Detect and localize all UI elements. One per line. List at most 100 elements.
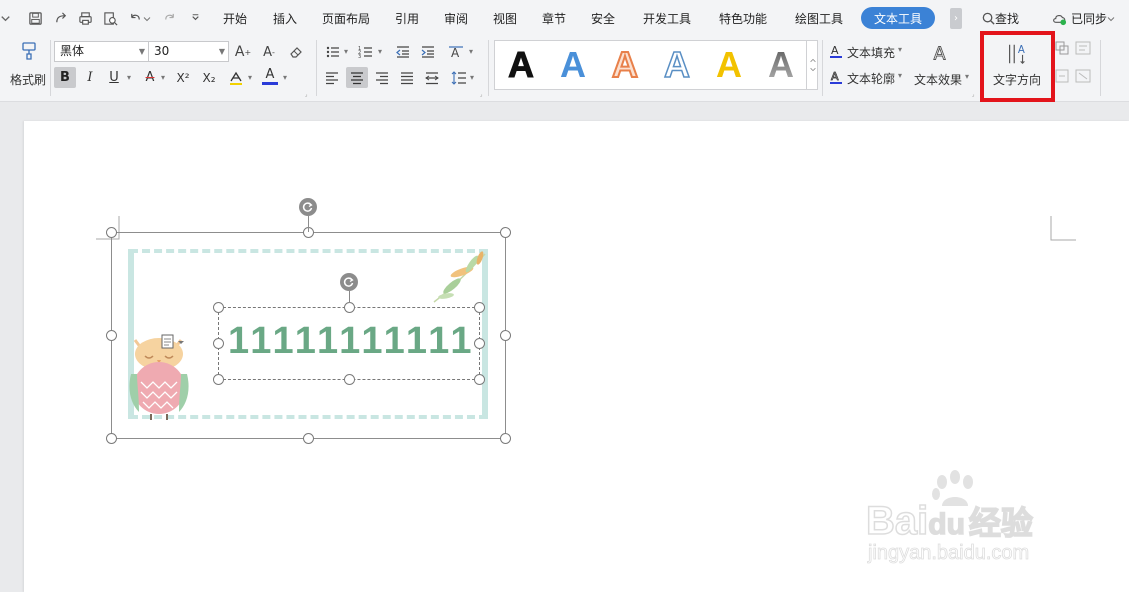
textbox-content[interactable]: 11111111111 [228, 320, 475, 363]
font-size-select[interactable]: 30 ▼ [148, 41, 229, 62]
format-painter-label[interactable]: 格式刷 [10, 71, 46, 88]
sync-status[interactable]: 已同步 [1071, 10, 1107, 27]
font-family-select[interactable]: 黑体 ▼ [54, 41, 149, 62]
effect-dialog-launcher-icon[interactable]: ⌟ [970, 91, 976, 98]
text-style-blue-outline[interactable]: A [651, 42, 703, 88]
resize-handle[interactable] [500, 433, 511, 444]
strikethrough-button[interactable]: A [142, 67, 158, 88]
rotate-handle-icon[interactable] [299, 198, 317, 216]
cloud-sync-icon[interactable] [1050, 9, 1068, 27]
text-style-blue[interactable]: A [547, 42, 599, 88]
search-label[interactable]: 查找 [995, 10, 1019, 27]
resize-handle[interactable] [500, 330, 511, 341]
text-effect-icon[interactable]: A [929, 41, 953, 65]
resize-handle[interactable] [500, 227, 511, 238]
shrink-font-icon[interactable]: A- [260, 43, 278, 61]
text-fill-icon[interactable]: A [828, 43, 844, 59]
highlight-icon[interactable] [226, 67, 246, 88]
text-fill-dropdown-icon[interactable]: ▾ [898, 45, 902, 54]
grow-font-icon[interactable]: A + [234, 43, 252, 61]
bullet-dropdown-icon[interactable]: ▾ [342, 46, 350, 56]
bold-button[interactable]: B [54, 67, 76, 88]
resize-handle[interactable] [303, 433, 314, 444]
menu-home[interactable]: 开始 [223, 10, 247, 27]
justify-icon[interactable] [398, 69, 416, 87]
line-spacing-dropdown-icon[interactable]: ▾ [468, 72, 476, 82]
text-direction-dropdown-icon[interactable]: ▾ [467, 46, 475, 56]
more-tabs-button[interactable]: › [950, 8, 962, 29]
rotate-handle-icon[interactable] [340, 273, 358, 291]
text-outline-icon[interactable]: A [828, 69, 844, 85]
resize-handle[interactable] [106, 433, 117, 444]
numbered-dropdown-icon[interactable]: ▾ [376, 46, 384, 56]
resize-handle[interactable] [474, 302, 485, 313]
menu-drawing-tools[interactable]: 绘图工具 [795, 10, 843, 27]
resize-handle[interactable] [213, 302, 224, 313]
underline-dropdown-icon[interactable]: ▾ [124, 67, 134, 88]
increase-indent-icon[interactable] [419, 43, 437, 61]
align-right-icon[interactable] [373, 69, 391, 87]
menu-features[interactable]: 特色功能 [719, 10, 767, 27]
text-fill-label[interactable]: 文本填充 [847, 44, 895, 61]
text-direction-small-icon[interactable]: A [446, 43, 466, 61]
save-icon[interactable] [26, 9, 44, 27]
paragraph-dialog-launcher-icon[interactable]: ⌟ [478, 91, 484, 98]
bullet-list-icon[interactable] [323, 43, 343, 61]
align-left-icon[interactable] [323, 69, 341, 87]
menu-review[interactable]: 审阅 [444, 10, 468, 27]
underline-button[interactable]: U [106, 67, 122, 88]
text-effect-dropdown-icon[interactable]: ▾ [965, 72, 969, 81]
resize-handle[interactable] [213, 338, 224, 349]
break-link-icon[interactable] [1055, 69, 1069, 83]
text-style-orange-outline[interactable]: A [599, 42, 651, 88]
customize-toolbar-icon[interactable] [186, 9, 204, 27]
sync-dropdown-icon[interactable] [1106, 9, 1116, 27]
textbox-options-icon[interactable] [1075, 41, 1091, 55]
resize-handle[interactable] [106, 227, 117, 238]
tab-text-tools[interactable]: 文本工具 [861, 7, 935, 29]
eraser-icon[interactable] [287, 43, 305, 61]
text-effect-label[interactable]: 文本效果 [914, 71, 962, 88]
resize-handle[interactable] [344, 302, 355, 313]
numbered-list-icon[interactable]: 123 [356, 43, 376, 61]
menu-security[interactable]: 安全 [591, 10, 615, 27]
menu-view[interactable]: 视图 [493, 10, 517, 27]
resize-handle[interactable] [344, 374, 355, 385]
decrease-indent-icon[interactable] [394, 43, 412, 61]
format-painter-icon[interactable] [18, 40, 40, 62]
menu-chapter[interactable]: 章节 [542, 10, 566, 27]
font-color-dropdown-icon[interactable]: ▾ [280, 67, 290, 88]
chevron-down-icon[interactable] [0, 9, 14, 27]
redo-icon[interactable] [160, 9, 178, 27]
subscript-button[interactable]: X₂ [198, 67, 220, 88]
resize-handle[interactable] [474, 338, 485, 349]
strikethrough-dropdown-icon[interactable]: ▾ [158, 67, 168, 88]
menu-references[interactable]: 引用 [395, 10, 419, 27]
print-icon[interactable] [76, 9, 94, 27]
highlight-dropdown-icon[interactable]: ▾ [245, 67, 255, 88]
undo-dropdown-icon[interactable] [142, 9, 152, 27]
align-center-icon[interactable] [348, 69, 366, 87]
gallery-expand-button[interactable] [806, 40, 818, 90]
text-outline-label[interactable]: 文本轮廓 [847, 70, 895, 87]
menu-page-layout[interactable]: 页面布局 [322, 10, 370, 27]
italic-button[interactable]: I [82, 67, 98, 88]
textbox-wrap-icon[interactable] [1075, 69, 1091, 83]
distribute-icon[interactable] [423, 69, 441, 87]
menu-developer[interactable]: 开发工具 [643, 10, 691, 27]
resize-handle[interactable] [106, 330, 117, 341]
link-textbox-icon[interactable] [1055, 41, 1069, 55]
menu-insert[interactable]: 插入 [273, 10, 297, 27]
text-style-black[interactable]: A [495, 42, 547, 88]
text-style-yellow[interactable]: A [703, 42, 755, 88]
font-color-button[interactable]: A [262, 67, 278, 85]
print-preview-icon[interactable] [101, 9, 119, 27]
line-spacing-icon[interactable] [450, 69, 468, 87]
font-dialog-launcher-icon[interactable]: ⌟ [303, 91, 309, 98]
resize-handle[interactable] [474, 374, 485, 385]
text-outline-dropdown-icon[interactable]: ▾ [898, 71, 902, 80]
superscript-button[interactable]: X² [172, 67, 194, 88]
resize-handle[interactable] [213, 374, 224, 385]
text-style-gray-gradient[interactable]: A [755, 42, 807, 88]
share-icon[interactable] [52, 9, 70, 27]
